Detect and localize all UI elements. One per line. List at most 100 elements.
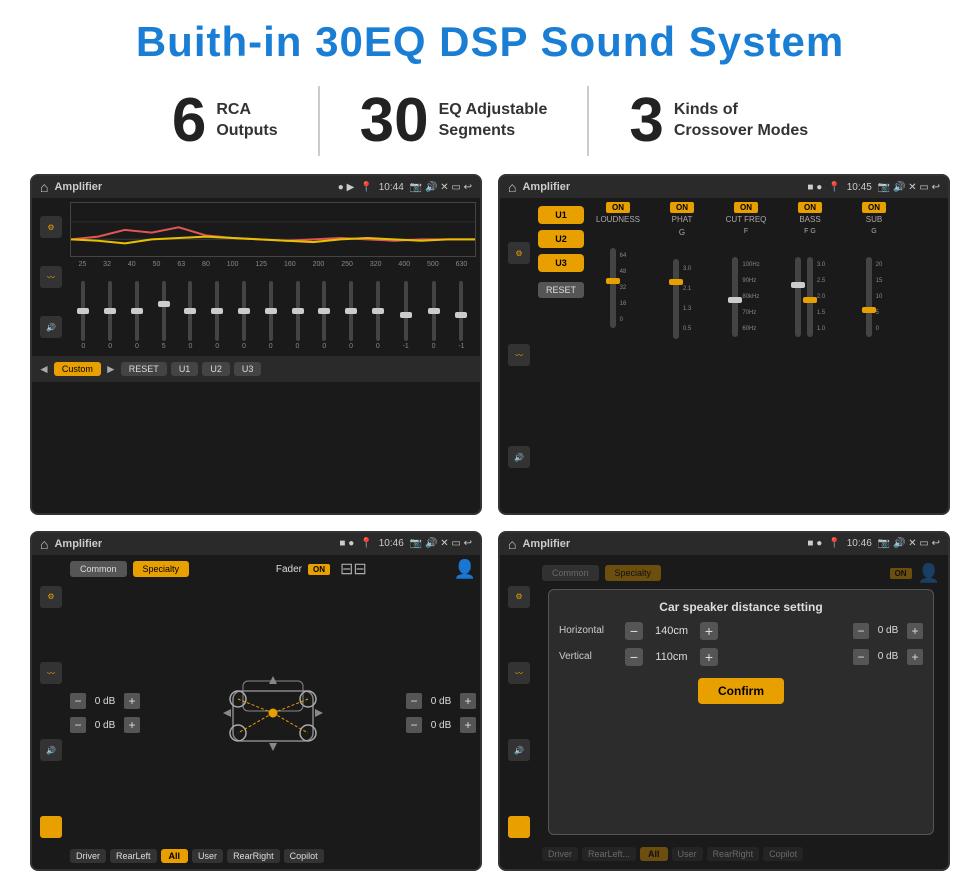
specialty-tab[interactable]: Specialty (133, 561, 190, 577)
u3-btn[interactable]: U3 (234, 362, 262, 376)
bass-channel: ON BASS F G 3.02.52.01.51.0 (780, 202, 840, 509)
eq-slider-7[interactable] (269, 281, 273, 341)
eq-slider-3[interactable] (162, 281, 166, 341)
xover-reset-btn[interactable]: RESET (538, 282, 584, 298)
wave-icon[interactable]: 〰 (40, 266, 62, 288)
dist-db-plus-1[interactable]: + (907, 623, 923, 639)
common-tab[interactable]: Common (70, 561, 127, 577)
dist-expand-icon[interactable]: ↔ (508, 816, 530, 838)
next-icon[interactable]: ► (105, 362, 117, 376)
xover-home-icon[interactable]: ⌂ (508, 179, 516, 195)
confirm-button[interactable]: Confirm (698, 678, 784, 704)
user-btn[interactable]: User (192, 849, 223, 863)
db-control-2: − 0 dB + (70, 717, 140, 733)
bass-label: BASS (799, 215, 820, 224)
eq-slider-5[interactable] (215, 281, 219, 341)
eq-slider-1[interactable] (108, 281, 112, 341)
vertical-minus[interactable]: − (625, 648, 643, 666)
fader-wave-icon[interactable]: 〰 (40, 662, 62, 684)
bass-fader1[interactable] (795, 257, 801, 337)
car-diagram (218, 671, 328, 756)
eq-slider-13[interactable] (432, 281, 436, 341)
db-minus-2[interactable]: − (70, 717, 86, 733)
bass-fader2[interactable] (807, 257, 813, 337)
eq-slider-14[interactable] (459, 281, 463, 341)
fader-center (146, 584, 400, 844)
eq-slider-11[interactable] (376, 281, 380, 341)
eq-slider-0[interactable] (81, 281, 85, 341)
u2-btn[interactable]: U2 (202, 362, 230, 376)
eq-slider-4[interactable] (188, 281, 192, 341)
cutfreq-on[interactable]: ON (734, 202, 758, 213)
speaker-icon[interactable]: 🔊 (40, 316, 62, 338)
sub-label: SUB (866, 215, 882, 224)
reset-btn[interactable]: RESET (121, 362, 167, 376)
eq-slider-8[interactable] (296, 281, 300, 341)
fader-title: Amplifier (54, 538, 333, 550)
fader-home-icon[interactable]: ⌂ (40, 536, 48, 552)
db-value-4: 0 dB (426, 720, 456, 731)
u2-preset-btn[interactable]: U2 (538, 230, 584, 248)
eq-slider-12[interactable] (404, 281, 408, 341)
eq-slider-10[interactable] (349, 281, 353, 341)
bass-on[interactable]: ON (798, 202, 822, 213)
db-plus-2[interactable]: + (124, 717, 140, 733)
db-minus-4[interactable]: − (406, 717, 422, 733)
home-icon[interactable]: ⌂ (40, 179, 48, 195)
dist-content: ⚙ 〰 🔊 ↔ Common Specialty ON 👤 Drive (500, 555, 948, 870)
vertical-value: 110cm (649, 651, 694, 663)
eq-screen: ⌂ Amplifier ● ▶ 📍 10:44 📷 🔊 ✕ ▭ ↩ ⚙ 〰 🔊 (30, 174, 482, 515)
eq-slider-2[interactable] (135, 281, 139, 341)
distance-dialog: Car speaker distance setting Horizontal … (548, 589, 934, 836)
vertical-plus[interactable]: + (700, 648, 718, 666)
db-value-2: 0 dB (90, 720, 120, 731)
dist-db-plus-2[interactable]: + (907, 649, 923, 665)
fader-body: − 0 dB + − 0 dB + (70, 584, 476, 844)
dist-speaker-icon[interactable]: 🔊 (508, 739, 530, 761)
dist-wave-icon[interactable]: 〰 (508, 662, 530, 684)
dist-db-minus-1[interactable]: − (853, 623, 869, 639)
u1-btn[interactable]: U1 (171, 362, 199, 376)
rearleft-btn[interactable]: RearLeft (110, 849, 157, 863)
loudness-freq-labels: 644832160 (620, 248, 627, 328)
xover-eq-icon[interactable]: ⚙ (508, 242, 530, 264)
driver-btn[interactable]: Driver (70, 849, 106, 863)
dist-db-minus-2[interactable]: − (853, 649, 869, 665)
dist-bg-tabs: Common Specialty ON 👤 (538, 559, 944, 586)
fader-expand-icon[interactable]: ↔ (40, 816, 62, 838)
xover-wave-icon[interactable]: 〰 (508, 344, 530, 366)
db-minus-1[interactable]: − (70, 693, 86, 709)
u3-preset-btn[interactable]: U3 (538, 254, 584, 272)
db-plus-1[interactable]: + (124, 693, 140, 709)
prev-icon[interactable]: ◄ (38, 362, 50, 376)
rearright-btn[interactable]: RearRight (227, 849, 280, 863)
sub-on[interactable]: ON (862, 202, 886, 213)
horizontal-minus[interactable]: − (625, 622, 643, 640)
dist-eq-icon[interactable]: ⚙ (508, 586, 530, 608)
copilot-btn[interactable]: Copilot (284, 849, 324, 863)
db-plus-3[interactable]: + (460, 693, 476, 709)
phat-fader[interactable] (673, 259, 679, 339)
loudness-on[interactable]: ON (606, 202, 630, 213)
dist-title: Amplifier (522, 538, 801, 550)
all-btn[interactable]: All (161, 849, 189, 863)
fader-eq-icon[interactable]: ⚙ (40, 586, 62, 608)
screens-grid: ⌂ Amplifier ● ▶ 📍 10:44 📷 🔊 ✕ ▭ ↩ ⚙ 〰 🔊 (30, 174, 950, 871)
xover-speaker-icon[interactable]: 🔊 (508, 446, 530, 468)
fader-main: Common Specialty Fader ON ⊟⊟ 👤 − 0 dB + (70, 559, 476, 866)
loudness-fader[interactable] (610, 248, 616, 328)
cutfreq-fader[interactable] (732, 257, 738, 337)
db-minus-3[interactable]: − (406, 693, 422, 709)
fader-on-badge[interactable]: ON (308, 564, 330, 575)
db-plus-4[interactable]: + (460, 717, 476, 733)
fader-speaker-icon[interactable]: 🔊 (40, 739, 62, 761)
eq-slider-6[interactable] (242, 281, 246, 341)
dist-home-icon[interactable]: ⌂ (508, 536, 516, 552)
sub-fader[interactable] (866, 257, 872, 337)
custom-btn[interactable]: Custom (54, 362, 101, 376)
phat-on[interactable]: ON (670, 202, 694, 213)
u1-preset-btn[interactable]: U1 (538, 206, 584, 224)
eq-slider-9[interactable] (322, 281, 326, 341)
equalizer-icon[interactable]: ⚙ (40, 216, 62, 238)
horizontal-plus[interactable]: + (700, 622, 718, 640)
